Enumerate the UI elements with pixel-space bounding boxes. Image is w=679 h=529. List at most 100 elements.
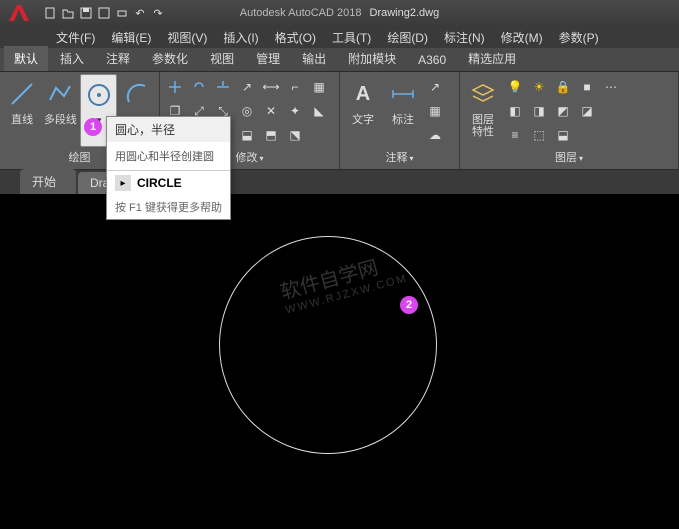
- menu-file[interactable]: 文件(F): [50, 27, 101, 48]
- tab-parametric[interactable]: 参数化: [142, 46, 198, 71]
- doc-tab-start-label: 开始: [32, 175, 56, 189]
- leader-icon[interactable]: ↗: [424, 76, 446, 98]
- menu-format[interactable]: 格式(O): [269, 27, 322, 48]
- qat-open-icon[interactable]: [60, 5, 76, 21]
- menu-edit[interactable]: 编辑(E): [105, 27, 157, 48]
- menu-insert[interactable]: 插入(I): [217, 27, 264, 48]
- drawn-circle[interactable]: [219, 236, 437, 454]
- menu-view[interactable]: 视图(V): [161, 27, 213, 48]
- tab-annotate[interactable]: 注释: [96, 46, 140, 71]
- line-button[interactable]: 直线: [4, 74, 40, 147]
- menu-dim[interactable]: 标注(N): [438, 27, 491, 48]
- erase-icon[interactable]: ✕: [260, 100, 282, 122]
- modify-btn-6[interactable]: ⬔: [284, 124, 306, 146]
- layer-match-icon[interactable]: ◩: [552, 100, 574, 122]
- tab-insert[interactable]: 插入: [50, 46, 94, 71]
- array-icon[interactable]: ▦: [308, 76, 330, 98]
- tab-featured[interactable]: 精选应用: [458, 46, 526, 71]
- explode-icon[interactable]: ✦: [284, 100, 306, 122]
- app-logo[interactable]: [4, 2, 34, 24]
- panel-layers: 图层 特性 💡 ☀ 🔒 ■ ⋯ ◧ ◨ ◩ ◪ ≡ ⬚: [460, 72, 679, 169]
- tab-a360[interactable]: A360: [408, 49, 456, 71]
- dimension-icon: [387, 78, 419, 110]
- polyline-icon: [44, 78, 76, 110]
- titlebar: ↶ ↷ Autodesk AutoCAD 2018 Drawing2.dwg: [0, 0, 679, 26]
- tooltip-desc: 用圆心和半径创建圆: [107, 142, 230, 170]
- annotation-marker-2: 2: [400, 296, 418, 314]
- layer-color-icon[interactable]: ■: [576, 76, 598, 98]
- document-tabs: 开始 Drawing2* ✕ +: [0, 170, 679, 194]
- menubar: 文件(F) 编辑(E) 视图(V) 插入(I) 格式(O) 工具(T) 绘图(D…: [0, 26, 679, 48]
- move-icon[interactable]: [164, 76, 186, 98]
- title-text: Autodesk AutoCAD 2018 Drawing2.dwg: [240, 7, 439, 19]
- doc-tab-start[interactable]: 开始: [20, 169, 76, 194]
- line-label: 直线: [11, 114, 33, 126]
- menu-param[interactable]: 参数(P): [553, 27, 605, 48]
- circle-icon: [83, 79, 115, 111]
- layer-merge-icon[interactable]: ⬓: [552, 124, 574, 146]
- drawing-canvas[interactable]: [0, 194, 679, 529]
- doc-name: Drawing2.dwg: [370, 7, 440, 19]
- layer-properties-label: 图层 特性: [472, 114, 494, 138]
- text-icon: A: [347, 78, 379, 110]
- layer-on-icon[interactable]: 💡: [504, 76, 526, 98]
- layer-freeze-icon[interactable]: ☀: [528, 76, 550, 98]
- table-icon[interactable]: ▦: [424, 100, 446, 122]
- tab-addins[interactable]: 附加模块: [338, 46, 406, 71]
- layer-properties-icon: [467, 78, 499, 110]
- quick-access-toolbar: ↶ ↷: [42, 5, 166, 21]
- panel-layers-label: 图层▾: [464, 147, 674, 167]
- cloud-icon[interactable]: ☁: [424, 124, 446, 146]
- layer-iso-icon[interactable]: ◧: [504, 100, 526, 122]
- tab-default[interactable]: 默认: [4, 46, 48, 71]
- layer-state-icon[interactable]: ≡: [504, 124, 526, 146]
- annotation-marker-1: 1: [84, 118, 102, 136]
- dimension-button[interactable]: 标注: [384, 74, 422, 147]
- offset-icon[interactable]: ◎: [236, 100, 258, 122]
- fillet-icon[interactable]: ⌐: [284, 76, 306, 98]
- menu-modify[interactable]: 修改(M): [495, 27, 549, 48]
- layer-more-icon[interactable]: ⋯: [600, 76, 622, 98]
- layer-prev-icon[interactable]: ◪: [576, 100, 598, 122]
- text-label: 文字: [352, 114, 374, 126]
- modify-btn-5[interactable]: ⬒: [260, 124, 282, 146]
- tab-view[interactable]: 视图: [200, 46, 244, 71]
- app-name: Autodesk AutoCAD 2018: [240, 7, 362, 19]
- panel-annotate-label: 注释▾: [344, 147, 455, 167]
- qat-redo-icon[interactable]: ↷: [150, 5, 166, 21]
- line-icon: [6, 78, 38, 110]
- qat-undo-icon[interactable]: ↶: [132, 5, 148, 21]
- qat-new-icon[interactable]: [42, 5, 58, 21]
- polyline-label: 多段线: [44, 114, 77, 126]
- text-button[interactable]: A 文字: [344, 74, 382, 147]
- chamfer-icon[interactable]: ◣: [308, 100, 330, 122]
- menu-draw[interactable]: 绘图(D): [381, 27, 434, 48]
- tooltip-title: 圆心，半径: [107, 117, 230, 142]
- layer-properties-button[interactable]: 图层 特性: [464, 74, 502, 147]
- command-icon: ▸: [115, 175, 131, 191]
- tab-output[interactable]: 输出: [292, 46, 336, 71]
- menu-tools[interactable]: 工具(T): [326, 27, 377, 48]
- modify-btn-4[interactable]: ⬓: [236, 124, 258, 146]
- polyline-button[interactable]: 多段线: [42, 74, 78, 147]
- tab-manage[interactable]: 管理: [246, 46, 290, 71]
- layer-walk-icon[interactable]: ⬚: [528, 124, 550, 146]
- layer-lock-icon[interactable]: 🔒: [552, 76, 574, 98]
- extend-icon[interactable]: ↗: [236, 76, 258, 98]
- trim-icon[interactable]: [212, 76, 234, 98]
- tooltip-command: ▸ CIRCLE: [107, 171, 230, 195]
- qat-plot-icon[interactable]: [114, 5, 130, 21]
- tooltip: 圆心，半径 用圆心和半径创建圆 ▸ CIRCLE 按 F1 键获得更多帮助: [106, 116, 231, 220]
- qat-save-icon[interactable]: [78, 5, 94, 21]
- dimension-label: 标注: [392, 114, 414, 126]
- panel-annotate: A 文字 标注 ↗ ▦ ☁ 注释▾: [340, 72, 460, 169]
- rotate-icon[interactable]: [188, 76, 210, 98]
- qat-saveas-icon[interactable]: [96, 5, 112, 21]
- ribbon: 直线 多段线 ▾ 绘图 ↗ ⟷: [0, 72, 679, 170]
- mirror-icon[interactable]: ⟷: [260, 76, 282, 98]
- tooltip-help: 按 F1 键获得更多帮助: [107, 195, 230, 219]
- command-name: CIRCLE: [137, 176, 182, 190]
- ribbon-tabs: 默认 插入 注释 参数化 视图 管理 输出 附加模块 A360 精选应用: [0, 48, 679, 72]
- layer-off-icon[interactable]: ◨: [528, 100, 550, 122]
- arc-icon: [121, 78, 153, 110]
